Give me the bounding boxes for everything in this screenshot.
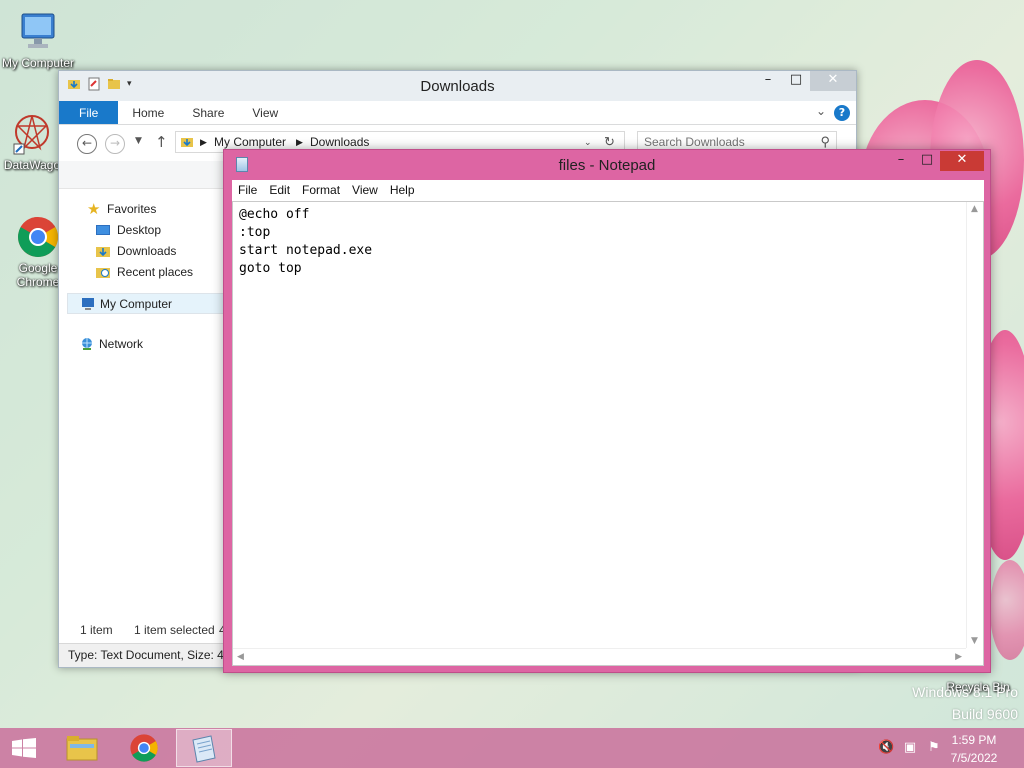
menu-format[interactable]: Format	[296, 180, 346, 201]
expand-ribbon-icon[interactable]: ⌄	[816, 104, 826, 118]
close-button[interactable]: ✕	[940, 151, 984, 171]
menu-view[interactable]: View	[346, 180, 384, 201]
nav-favorites[interactable]: ★ Favorites	[67, 199, 227, 220]
maximize-button[interactable]: □	[782, 71, 810, 91]
computer-icon	[82, 298, 94, 310]
scroll-right-icon[interactable]: ▶	[955, 652, 962, 662]
tab-view[interactable]: View	[238, 101, 292, 124]
notepad-content[interactable]: @echo off :top start notepad.exe goto to…	[239, 206, 372, 278]
minimize-button[interactable]: –	[888, 151, 914, 171]
forward-button[interactable]: →	[105, 134, 125, 154]
watermark-edition: Windows 8.1 Pro	[912, 684, 1018, 700]
details-text: Type: Text Document, Size: 44	[68, 648, 231, 662]
nav-desktop[interactable]: Desktop	[67, 220, 227, 241]
scroll-down-icon[interactable]: ▼	[971, 636, 978, 646]
notepad-window[interactable]: files - Notepad – □ ✕ File Edit Format V…	[223, 149, 991, 673]
nav-label: Downloads	[117, 244, 177, 258]
menu-file[interactable]: File	[232, 180, 263, 201]
recent-places-icon	[96, 268, 110, 278]
search-icon[interactable]: ⚲	[820, 134, 830, 150]
network-icon	[82, 338, 92, 350]
address-dropdown-icon[interactable]: ⌄	[584, 137, 592, 148]
taskbar-file-explorer[interactable]	[54, 729, 110, 767]
recent-locations-icon[interactable]: ▼	[135, 136, 142, 146]
file-explorer-icon	[66, 736, 98, 761]
taskbar: 🔇 ▣ ⚑ 1:59 PM 7/5/2022	[0, 728, 1024, 768]
breadcrumb-my-computer[interactable]: My Computer	[214, 135, 286, 149]
help-icon[interactable]: ?	[834, 105, 850, 121]
close-button[interactable]: ✕	[810, 71, 856, 91]
star-icon: ★	[87, 201, 101, 218]
item-count: 1 item	[80, 623, 113, 637]
system-tray: 🔇 ▣ ⚑ 1:59 PM 7/5/2022	[864, 728, 1024, 768]
folder-download-icon	[181, 138, 193, 147]
minimize-button[interactable]: –	[754, 71, 782, 91]
horizontal-scrollbar[interactable]: ◀ ▶	[233, 648, 966, 665]
breadcrumb-downloads[interactable]: Downloads	[310, 135, 369, 149]
nav-label: Favorites	[107, 202, 157, 216]
tab-share[interactable]: Share	[178, 101, 238, 124]
clock-date: 7/5/2022	[950, 751, 998, 765]
notepad-titlebar[interactable]: files - Notepad – □ ✕	[224, 150, 990, 180]
nav-label: Desktop	[117, 223, 162, 237]
nav-downloads[interactable]: Downloads	[67, 241, 227, 262]
taskbar-notepad[interactable]	[176, 729, 232, 767]
notepad-icon	[192, 735, 216, 763]
nav-label: Network	[99, 337, 144, 351]
maximize-button[interactable]: □	[914, 151, 940, 171]
chrome-icon	[16, 215, 60, 259]
notepad-window-controls: – □ ✕	[888, 151, 984, 171]
watermark-build: Build 9600	[951, 706, 1018, 722]
desktop-icon-my-computer[interactable]: My Computer	[0, 10, 76, 70]
taskbar-chrome[interactable]	[116, 729, 172, 767]
windows-watermark: Windows 8.1 Pro Build 9600	[912, 684, 1018, 722]
refresh-icon[interactable]: ↻	[604, 134, 615, 150]
explorer-titlebar[interactable]: ▾ Downloads – □ ✕	[59, 71, 856, 101]
explorer-window-controls: – □ ✕	[754, 71, 856, 91]
desktop-icon-label: My Computer	[1, 56, 75, 70]
nav-network[interactable]: Network	[67, 334, 227, 355]
computer-icon	[16, 10, 60, 54]
notepad-text-area[interactable]: @echo off :top start notepad.exe goto to…	[232, 201, 984, 666]
clock[interactable]: 1:59 PM 7/5/2022	[944, 732, 1004, 766]
menu-edit[interactable]: Edit	[263, 180, 296, 201]
clock-time: 1:59 PM	[951, 733, 997, 747]
wallpaper-petal	[990, 560, 1024, 660]
nav-label: Recent places	[117, 265, 194, 279]
ribbon-tabs: File Home Share View ⌄ ?	[59, 101, 856, 125]
selected-count: 1 item selected	[134, 623, 215, 637]
explorer-title: Downloads	[420, 78, 495, 95]
navigation-pane: ★ Favorites Desktop Downloads Recent pla…	[67, 199, 227, 355]
up-button[interactable]: ↑	[155, 133, 168, 151]
back-button[interactable]: ←	[77, 134, 97, 154]
notepad-title: files - Notepad	[558, 157, 656, 174]
breadcrumb-separator: ▶	[296, 137, 303, 147]
chrome-icon	[130, 734, 158, 762]
tab-home[interactable]: Home	[118, 101, 178, 124]
nav-my-computer[interactable]: My Computer	[67, 293, 227, 314]
tab-file[interactable]: File	[59, 101, 119, 124]
notepad-menu-bar: File Edit Format View Help	[232, 180, 984, 201]
downloads-folder-icon	[96, 247, 110, 257]
breadcrumb-separator: ▶	[200, 137, 207, 147]
vertical-scrollbar[interactable]: ▲ ▼	[966, 202, 983, 648]
desktop-icon	[96, 225, 110, 235]
windows-logo-icon	[12, 738, 36, 758]
scroll-up-icon[interactable]: ▲	[971, 204, 978, 214]
action-center-icon[interactable]: ⚑	[926, 740, 942, 756]
start-button[interactable]	[0, 728, 46, 768]
nav-recent-places[interactable]: Recent places	[67, 262, 227, 283]
volume-muted-icon[interactable]: 🔇	[878, 740, 894, 756]
nav-label: My Computer	[100, 297, 173, 311]
datawago-icon	[10, 112, 54, 156]
scroll-left-icon[interactable]: ◀	[237, 652, 244, 662]
network-icon[interactable]: ▣	[902, 740, 918, 756]
menu-help[interactable]: Help	[384, 180, 421, 201]
